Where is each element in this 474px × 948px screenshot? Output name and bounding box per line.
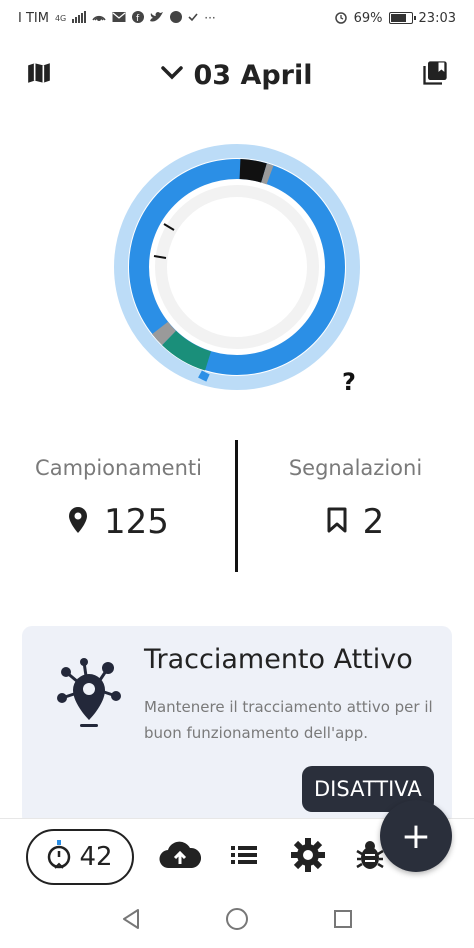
app-notification-icon <box>170 10 183 26</box>
samplings-value-row: 125 <box>0 502 237 542</box>
tracking-title: Tracciamento Attivo <box>144 644 413 675</box>
ring-segment-gray-top <box>261 163 274 185</box>
mail-icon <box>112 11 126 26</box>
app-header: 03 April <box>0 48 474 102</box>
cloud-upload-icon <box>159 840 202 874</box>
samplings-stat[interactable]: Campionamenti 125 <box>0 440 237 542</box>
list-icon <box>231 845 257 869</box>
samplings-label: Campionamenti <box>35 456 202 480</box>
bookmark-icon <box>327 507 347 537</box>
map-button[interactable] <box>22 58 56 92</box>
reports-value-row: 2 <box>237 502 474 542</box>
tracking-pin-icon <box>56 658 122 728</box>
tracking-description: Mantenere il tracciamento attivo per il … <box>144 698 433 742</box>
list-button[interactable] <box>222 835 266 879</box>
upload-button[interactable] <box>158 835 202 879</box>
battery-icon <box>388 12 416 24</box>
samplings-value: 125 <box>104 502 169 542</box>
activity-ring-svg <box>114 144 360 390</box>
twitter-icon <box>150 11 164 26</box>
map-icon <box>26 60 52 90</box>
battery-percent: 69% <box>353 10 383 26</box>
ring-segment-dark <box>239 159 267 183</box>
selected-date: 03 April <box>193 59 313 91</box>
hotspot-icon <box>92 11 106 26</box>
nav-home-button[interactable] <box>224 908 250 934</box>
reports-value: 2 <box>362 502 385 542</box>
home-icon <box>225 907 249 935</box>
library-button[interactable] <box>418 58 452 92</box>
system-navigation-bar <box>0 894 474 948</box>
session-counter-button[interactable]: 42 <box>26 829 134 885</box>
date-selector[interactable]: 03 April <box>161 59 313 91</box>
gear-icon <box>291 838 325 876</box>
network-type-label: 4G <box>54 13 67 23</box>
chevron-down-icon <box>161 65 184 85</box>
status-bar: I TIM 4G f ··· 69% 23:03 <box>0 0 474 36</box>
reports-stat[interactable]: Segnalazioni 2 <box>237 440 474 542</box>
status-bar-left: I TIM 4G f ··· <box>18 10 216 26</box>
ring-segment-gray-bottom <box>152 321 177 346</box>
check-icon <box>188 11 198 25</box>
facebook-icon: f <box>132 10 145 26</box>
session-counter-value: 42 <box>79 842 113 872</box>
nav-recents-button[interactable] <box>330 908 356 934</box>
signal-icon <box>72 10 87 26</box>
carrier-label: I TIM <box>18 10 49 26</box>
status-bar-right: 69% 23:03 <box>334 10 456 27</box>
stopwatch-icon <box>47 840 71 874</box>
settings-button[interactable] <box>286 835 330 879</box>
back-icon <box>121 908 141 934</box>
ring-help-button[interactable]: ? <box>342 368 356 396</box>
nav-back-button[interactable] <box>118 908 144 934</box>
more-notifications-label: ··· <box>204 11 216 25</box>
clock: 23:03 <box>418 10 456 26</box>
add-fab-button[interactable]: + <box>380 800 452 872</box>
outer-ring-marker <box>198 370 210 382</box>
daily-activity-ring <box>112 142 362 392</box>
ring-center <box>168 198 306 336</box>
reports-label: Segnalazioni <box>288 456 423 480</box>
map-pin-icon <box>68 506 88 538</box>
recents-icon <box>333 909 353 933</box>
library-icon <box>421 59 449 91</box>
alarm-icon <box>334 10 348 27</box>
stats-panel: Campionamenti 125 Segnalazioni 2 <box>0 440 474 572</box>
